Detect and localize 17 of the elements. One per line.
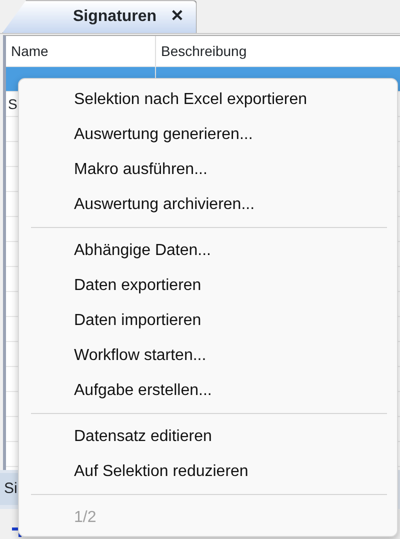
close-button[interactable]: ✕: [170, 5, 184, 30]
table-cell-text: S: [8, 94, 18, 114]
menu-item: 1/2: [73, 508, 98, 528]
menu-item[interactable]: Makro ausführen...: [19, 152, 397, 187]
column-header[interactable]: Name: [6, 36, 156, 66]
menu-item[interactable]: Auf Selektion reduzieren: [19, 454, 397, 489]
menu-item[interactable]: Auswertung generieren...: [19, 117, 397, 152]
menu-item[interactable]: Daten exportieren: [19, 268, 397, 303]
menu-item[interactable]: Datensatz editieren: [19, 419, 397, 454]
menu-item[interactable]: Workflow starten...: [19, 338, 397, 373]
menu-item[interactable]: Selektion nach Excel exportieren: [19, 82, 397, 117]
menu-item[interactable]: Aufgabe erstellen...: [19, 373, 397, 408]
tab[interactable]: Signaturen ✕: [2, 0, 197, 34]
menu-item[interactable]: Daten importieren: [19, 303, 397, 338]
menu-item[interactable]: Auswertung archivieren...: [19, 187, 397, 222]
menu-item[interactable]: Abhängige Daten...: [19, 233, 397, 268]
column-header[interactable]: Beschreibung: [156, 36, 400, 66]
